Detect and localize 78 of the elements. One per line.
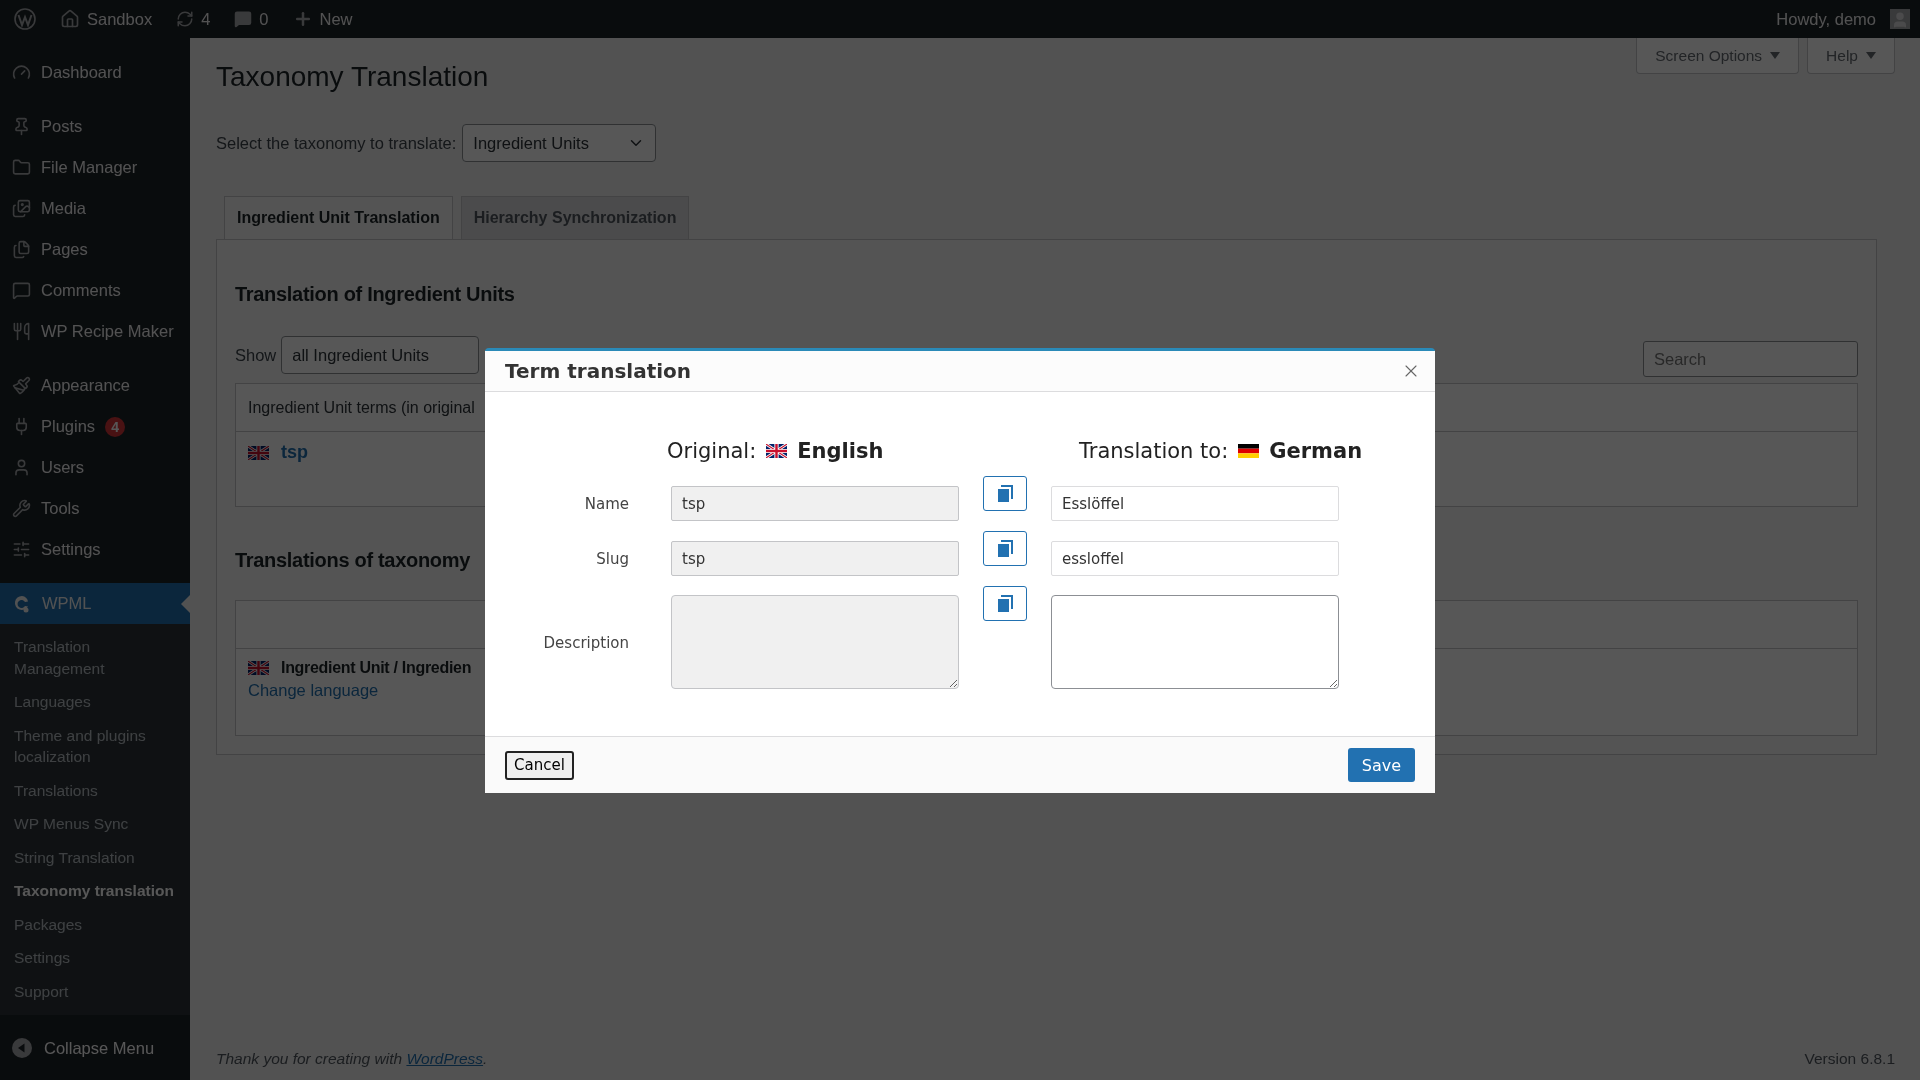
updates-icon[interactable]	[176, 10, 195, 28]
collapse-menu-button[interactable]: Collapse Menu	[0, 1028, 190, 1068]
sidebar-item[interactable]: Posts	[0, 106, 190, 147]
section-heading: Translations of taxonomy	[235, 548, 471, 573]
term-link[interactable]: tsp	[281, 442, 308, 463]
translation-field[interactable]: essloffel	[1051, 541, 1339, 576]
field-label: Name	[583, 493, 630, 515]
cancel-button[interactable]: Cancel	[505, 750, 574, 780]
row-title: Ingredient Unit / Ingredien	[281, 659, 472, 677]
new-link[interactable]: New	[319, 9, 353, 29]
pin-icon	[12, 117, 31, 136]
site-link[interactable]: Sandbox	[87, 9, 153, 29]
caret-icon	[1770, 52, 1781, 59]
original-field[interactable]: tsp	[671, 541, 959, 576]
images-icon	[12, 199, 31, 218]
copy-icon	[997, 484, 1013, 503]
language-name: English	[797, 439, 884, 463]
show-label: Show	[235, 345, 277, 365]
avatar[interactable]	[1890, 9, 1910, 29]
sidebar-item[interactable]: Settings	[0, 529, 190, 570]
updates-count[interactable]: 4	[201, 9, 211, 29]
dialog-title: Term translation	[505, 359, 692, 383]
translation-field[interactable]: Esslöffel	[1051, 486, 1339, 521]
column-label: Original:	[667, 439, 757, 463]
column-label: Translation to:	[1079, 439, 1229, 463]
tab[interactable]: Ingredient Unit Translation	[224, 196, 453, 240]
section-heading: Translation of Ingredient Units	[235, 282, 515, 307]
language-name: German	[1269, 439, 1363, 463]
taxonomy-select[interactable]: Ingredient Units	[462, 124, 657, 162]
sidebar-item[interactable]: Dashboard	[0, 52, 190, 93]
taxonomy-select-label: Select the taxonomy to translate:	[216, 133, 457, 153]
copy-icon	[997, 594, 1013, 613]
sidebar-item[interactable]: WPML	[0, 583, 190, 624]
sidebar-item[interactable]: Users	[0, 447, 190, 488]
copy-icon	[997, 539, 1013, 558]
wordpress-link[interactable]: WordPress	[406, 1050, 484, 1067]
field-label: Slug	[595, 548, 630, 570]
sidebar-item[interactable]: Appearance	[0, 365, 190, 406]
paintbrush-icon	[12, 376, 31, 395]
filter-select[interactable]: all Ingredient Units	[281, 336, 480, 374]
page-title: Taxonomy Translation	[216, 60, 489, 94]
submenu-item[interactable]: Taxonomy translation	[0, 874, 190, 908]
save-button[interactable]: Save	[1347, 748, 1415, 782]
original-field[interactable]: tsp	[671, 486, 959, 521]
flag-icon	[248, 445, 269, 460]
caret-icon	[1866, 52, 1876, 59]
utensils-icon	[12, 322, 31, 341]
field-label: Description	[542, 632, 630, 654]
folder-icon	[12, 158, 31, 177]
comments-icon[interactable]	[234, 10, 253, 28]
flag-icon	[1238, 444, 1260, 458]
wrench-icon	[12, 499, 31, 518]
sidebar-item[interactable]: Tools	[0, 488, 190, 529]
collapse-icon	[12, 1038, 32, 1058]
flag-icon	[766, 444, 788, 458]
sliders-icon	[12, 540, 31, 559]
current-pointer	[181, 595, 190, 613]
flag-icon	[248, 661, 269, 675]
sidebar-item[interactable]: Comments	[0, 270, 190, 311]
copy-button[interactable]	[983, 531, 1027, 566]
description-field[interactable]	[1051, 595, 1339, 689]
gauge-icon	[12, 63, 31, 82]
copy-button[interactable]	[983, 476, 1027, 511]
count-badge: 4	[105, 416, 126, 437]
sidebar-item[interactable]: File Manager	[0, 147, 190, 188]
pages-icon	[12, 240, 31, 259]
sidebar-item[interactable]: Pages	[0, 229, 190, 270]
user-icon	[12, 458, 31, 477]
original-description-field[interactable]	[671, 595, 959, 689]
comments-count[interactable]: 0	[259, 9, 269, 29]
sidebar-item[interactable]: WP Recipe Maker	[0, 311, 190, 352]
sidebar-item[interactable]: Media	[0, 188, 190, 229]
greeting[interactable]: Howdy, demo	[1776, 9, 1876, 29]
copy-button[interactable]	[983, 586, 1027, 621]
sidebar-item[interactable]: Plugins 4	[0, 406, 190, 447]
logo-icon[interactable]	[14, 8, 36, 30]
home-icon[interactable]	[60, 9, 80, 29]
speech-bubble-icon	[12, 281, 31, 300]
